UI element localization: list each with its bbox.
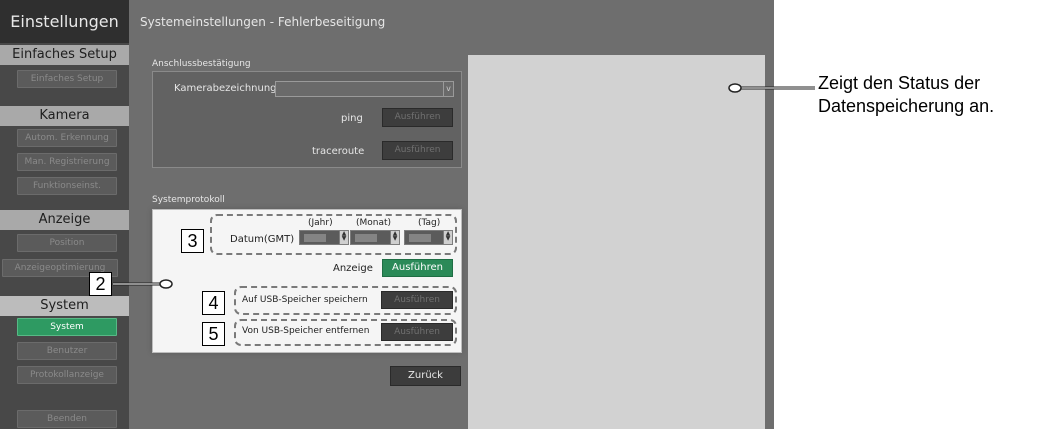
annotation-text: Zeigt den Status der Datenspeicherung an…: [818, 72, 994, 118]
year-label: (Jahr): [308, 218, 333, 228]
spinner-icon[interactable]: ▲ ▼: [339, 231, 348, 244]
sidebar-item-system[interactable]: System: [17, 318, 117, 336]
ping-label: ping: [341, 113, 363, 124]
sidebar-header-system: System: [0, 296, 129, 316]
ping-run-button[interactable]: Ausführen: [382, 108, 453, 127]
year-value: [304, 234, 326, 242]
traceroute-label: traceroute: [312, 146, 365, 157]
sidebar-item-einfaches-setup[interactable]: Einfaches Setup: [17, 70, 117, 88]
sidebar-header-kamera: Kamera: [0, 106, 129, 126]
camera-name-label: Kamerabezeichnung: [174, 83, 277, 94]
chevron-down-icon: v: [443, 82, 453, 96]
spinner-icon[interactable]: ▲ ▼: [443, 231, 452, 244]
annotation-line-1: Zeigt den Status der: [818, 73, 981, 93]
storage-status-panel: [468, 55, 765, 429]
sidebar-quit-button[interactable]: Beenden: [17, 410, 117, 428]
annotation-line-2: Datenspeicherung an.: [818, 96, 995, 116]
sidebar-item-funktionseinst[interactable]: Funktionseinst.: [17, 177, 117, 195]
display-label: Anzeige: [333, 263, 373, 274]
day-field[interactable]: ▲ ▼: [404, 230, 453, 245]
sidebar-item-man-registrierung[interactable]: Man. Registrierung: [17, 153, 117, 171]
sidebar-title: Einstellungen: [0, 0, 129, 43]
syslog-section-label: Systemprotokoll: [152, 195, 225, 205]
month-label: (Monat): [356, 218, 392, 228]
camera-name-select[interactable]: v: [275, 81, 454, 97]
sidebar-item-benutzer[interactable]: Benutzer: [17, 342, 117, 360]
display-run-button[interactable]: Ausführen: [382, 259, 453, 277]
save-usb-run-button[interactable]: Ausführen: [381, 291, 453, 309]
month-value: [355, 234, 377, 242]
callout-2: 2: [89, 272, 112, 296]
month-field[interactable]: ▲ ▼: [350, 230, 400, 245]
sidebar-item-position[interactable]: Position: [17, 234, 117, 252]
callout-4: 4: [202, 291, 225, 315]
sidebar-header-anzeige: Anzeige: [0, 210, 129, 230]
sidebar-item-protokollanzeige[interactable]: Protokollanzeige: [17, 366, 117, 384]
day-label: (Tag): [418, 218, 441, 228]
connection-section-label: Anschlussbestätigung: [152, 59, 251, 69]
date-label: Datum(GMT): [230, 234, 295, 245]
year-field[interactable]: ▲ ▼: [299, 230, 349, 245]
remove-usb-label: Von USB-Speicher entfernen: [242, 326, 370, 336]
remove-usb-run-button[interactable]: Ausführen: [381, 323, 453, 341]
callout-5: 5: [202, 322, 225, 346]
back-button[interactable]: Zurück: [390, 366, 461, 386]
sidebar-item-autom-erkennung[interactable]: Autom. Erkennung: [17, 129, 117, 147]
traceroute-run-button[interactable]: Ausführen: [382, 141, 453, 160]
day-value: [409, 234, 431, 242]
callout-3: 3: [181, 229, 204, 253]
save-usb-label: Auf USB-Speicher speichern: [242, 295, 368, 305]
page-title: Systemeinstellungen - Fehlerbeseitigung: [140, 15, 386, 29]
spinner-icon[interactable]: ▲ ▼: [390, 231, 399, 244]
sidebar-header-einfaches-setup: Einfaches Setup: [0, 45, 129, 65]
